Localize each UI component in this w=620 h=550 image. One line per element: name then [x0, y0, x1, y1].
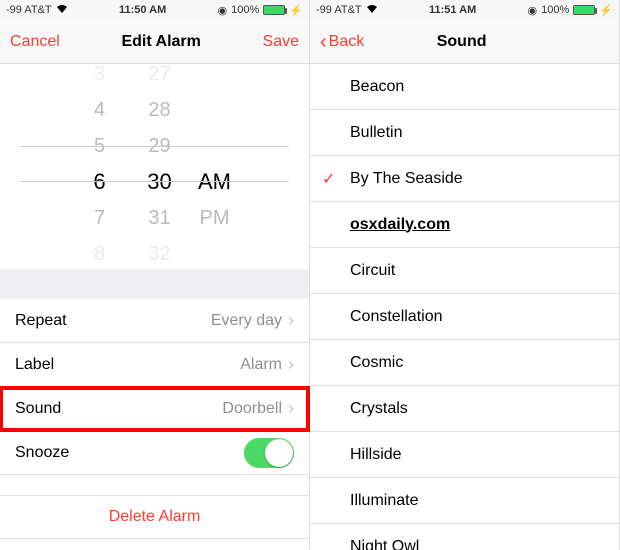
nav-title: Edit Alarm [121, 33, 200, 51]
delete-alarm-button[interactable]: Delete Alarm [0, 495, 309, 539]
nav-bar: ‹ Back Sound [310, 20, 619, 64]
status-bar: -99 AT&T 11:50 AM ◉ 100% ⚡ [0, 0, 309, 20]
sound-option[interactable]: Bulletin [310, 110, 619, 156]
charging-icon: ⚡ [289, 4, 303, 17]
cancel-button[interactable]: Cancel [10, 33, 60, 51]
ampm-column[interactable]: AM PM [190, 56, 240, 272]
minute-column[interactable]: 27 28 29 30 31 32 [130, 56, 190, 272]
label-row[interactable]: Label Alarm › [0, 343, 309, 387]
status-time: 11:50 AM [119, 4, 166, 16]
sound-option-label: Constellation [350, 308, 443, 326]
section-gap [0, 269, 309, 299]
sound-option-label: Circuit [350, 262, 395, 280]
sound-option-label: Crystals [350, 400, 408, 418]
nav-title: Sound [437, 33, 487, 51]
save-button[interactable]: Save [263, 33, 299, 51]
sound-option[interactable]: Constellation [310, 294, 619, 340]
status-bar: -99 AT&T 11:51 AM ◉ 100% ⚡ [310, 0, 619, 20]
sound-option[interactable]: Illuminate [310, 478, 619, 524]
label-label: Label [15, 356, 54, 374]
sound-option[interactable]: Crystals [310, 386, 619, 432]
chevron-icon: › [288, 310, 294, 331]
label-value: Alarm [240, 356, 282, 374]
back-label: Back [329, 33, 365, 51]
snooze-row: Snooze [0, 431, 309, 475]
status-time: 11:51 AM [429, 4, 476, 16]
sound-option-label: Beacon [350, 78, 404, 96]
carrier-text: -99 AT&T [316, 4, 362, 16]
sound-label: Sound [15, 400, 61, 418]
time-picker[interactable]: 3 4 5 6 7 8 27 28 29 30 31 32 AM PM [0, 64, 309, 269]
sound-option-label: Bulletin [350, 124, 402, 142]
wifi-icon [56, 4, 68, 17]
sound-value: Doorbell [222, 400, 282, 418]
hour-column[interactable]: 3 4 5 6 7 8 [70, 56, 130, 272]
sound-option[interactable]: Hillside [310, 432, 619, 478]
wifi-icon [366, 4, 378, 17]
repeat-value: Every day [211, 312, 282, 330]
battery-icon [263, 5, 285, 15]
sound-option[interactable]: Circuit [310, 248, 619, 294]
sound-option-label: Illuminate [350, 492, 418, 510]
sound-option-label: Hillside [350, 446, 402, 464]
sound-option[interactable]: Night Owl [310, 524, 619, 550]
battery-percent: 100% [231, 4, 259, 16]
back-button[interactable]: ‹ Back [320, 32, 364, 52]
sound-option-label: By The Seaside [350, 170, 463, 188]
sound-option-label: Night Owl [350, 538, 419, 550]
sound-option[interactable]: Beacon [310, 64, 619, 110]
snooze-toggle[interactable] [244, 438, 294, 468]
alarm-icon: ◉ [528, 4, 538, 17]
sound-select-screen: -99 AT&T 11:51 AM ◉ 100% ⚡ ‹ Back Sound … [310, 0, 620, 550]
repeat-row[interactable]: Repeat Every day › [0, 299, 309, 343]
sound-row[interactable]: Sound Doorbell › [0, 387, 309, 431]
repeat-label: Repeat [15, 312, 67, 330]
sound-option[interactable]: Cosmic [310, 340, 619, 386]
chevron-icon: › [288, 398, 294, 419]
sound-option-label: Cosmic [350, 354, 403, 372]
carrier-text: -99 AT&T [6, 4, 52, 16]
snooze-label: Snooze [15, 444, 69, 462]
edit-alarm-screen: -99 AT&T 11:50 AM ◉ 100% ⚡ Cancel Edit A… [0, 0, 310, 550]
sound-option[interactable]: osxdaily.com [310, 202, 619, 248]
sound-option[interactable]: ✓ By The Seaside [310, 156, 619, 202]
sound-option-label: osxdaily.com [350, 216, 450, 234]
battery-percent: 100% [541, 4, 569, 16]
alarm-icon: ◉ [218, 4, 228, 17]
settings-group: Repeat Every day › Label Alarm › Sound Doo… [0, 299, 309, 475]
chevron-icon: › [288, 354, 294, 375]
sound-list[interactable]: Beacon Bulletin ✓ By The Seaside osxdaily.co… [310, 64, 619, 550]
chevron-left-icon: ‹ [320, 32, 327, 52]
charging-icon: ⚡ [599, 4, 613, 17]
battery-icon [573, 5, 595, 15]
checkmark-icon: ✓ [322, 169, 335, 189]
